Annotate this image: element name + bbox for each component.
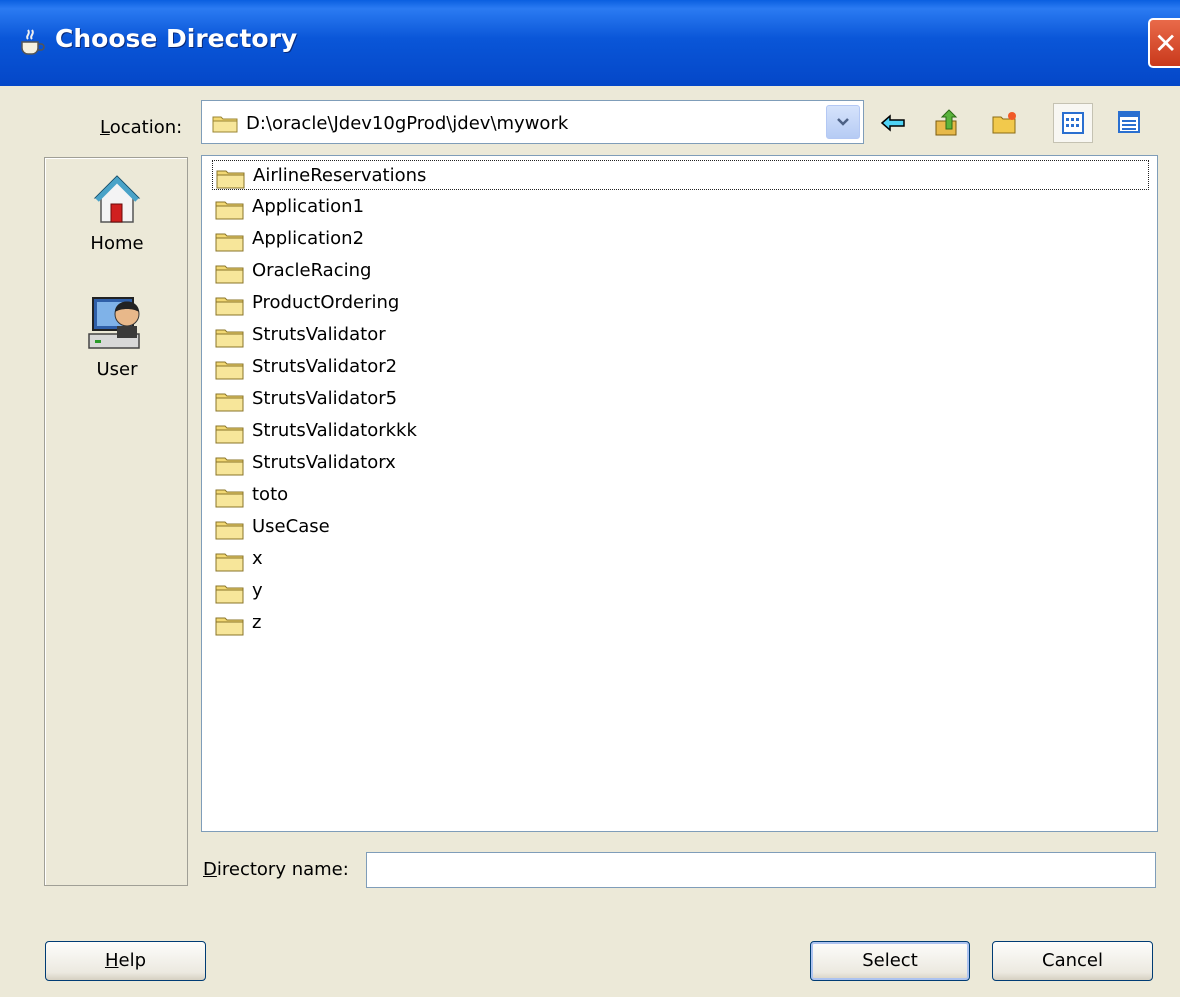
sidebar-item-home[interactable]: Home xyxy=(45,172,189,254)
location-path: D:\oracle\Jdev10gProd\jdev\mywork xyxy=(246,113,569,134)
home-icon xyxy=(93,175,141,223)
details-view-icon xyxy=(1118,111,1140,133)
sidebar-item-label: User xyxy=(96,359,138,380)
folder-icon xyxy=(215,233,244,252)
folder-icon xyxy=(215,489,244,508)
directory-list[interactable]: AirlineReservations Application1 Applica… xyxy=(201,155,1158,832)
back-button[interactable] xyxy=(873,103,913,143)
close-button[interactable]: ✕ xyxy=(1148,18,1180,68)
title-bar: Choose Directory ✕ xyxy=(0,0,1180,86)
cancel-button[interactable]: Cancel xyxy=(992,941,1153,981)
up-folder-icon xyxy=(935,109,958,136)
directory-name-field[interactable] xyxy=(366,852,1156,888)
new-folder-icon xyxy=(992,112,1016,134)
location-dropdown-button[interactable] xyxy=(826,105,860,139)
folder-icon xyxy=(215,201,244,220)
folder-icon xyxy=(216,170,245,189)
details-view-toggle[interactable] xyxy=(1110,103,1150,143)
sidebar-item-label: Home xyxy=(90,233,144,254)
folder-icon xyxy=(212,116,238,133)
folder-icon xyxy=(215,393,244,412)
list-item[interactable]: AirlineReservations xyxy=(212,160,1149,190)
folder-icon xyxy=(215,457,244,476)
folder-icon xyxy=(215,265,244,284)
location-combo[interactable]: D:\oracle\Jdev10gProd\jdev\mywork xyxy=(201,100,864,144)
list-view-toggle[interactable] xyxy=(1053,103,1093,143)
folder-icon xyxy=(215,297,244,316)
close-icon: ✕ xyxy=(1154,27,1178,60)
folder-icon xyxy=(215,585,244,604)
new-folder-button[interactable] xyxy=(985,103,1025,143)
folder-icon xyxy=(215,553,244,572)
list-view-icon xyxy=(1062,112,1084,134)
folder-icon xyxy=(215,361,244,380)
folder-icon xyxy=(215,521,244,540)
folder-icon xyxy=(215,425,244,444)
up-one-level-button[interactable] xyxy=(928,103,968,143)
select-button[interactable]: Select xyxy=(810,941,970,981)
folder-icon xyxy=(215,617,244,636)
coffee-cup-icon xyxy=(21,29,45,55)
directory-name-label: Directory name: xyxy=(203,859,349,880)
places-sidebar: Home User xyxy=(44,157,188,886)
folder-icon xyxy=(215,329,244,348)
window-title: Choose Directory xyxy=(55,24,298,53)
location-label: Location: xyxy=(100,117,183,138)
back-arrow-icon xyxy=(880,114,905,132)
user-computer-icon xyxy=(88,297,140,349)
sidebar-item-user[interactable]: User xyxy=(45,292,189,380)
chevron-down-icon xyxy=(837,118,849,126)
help-button[interactable]: Help xyxy=(45,941,206,981)
